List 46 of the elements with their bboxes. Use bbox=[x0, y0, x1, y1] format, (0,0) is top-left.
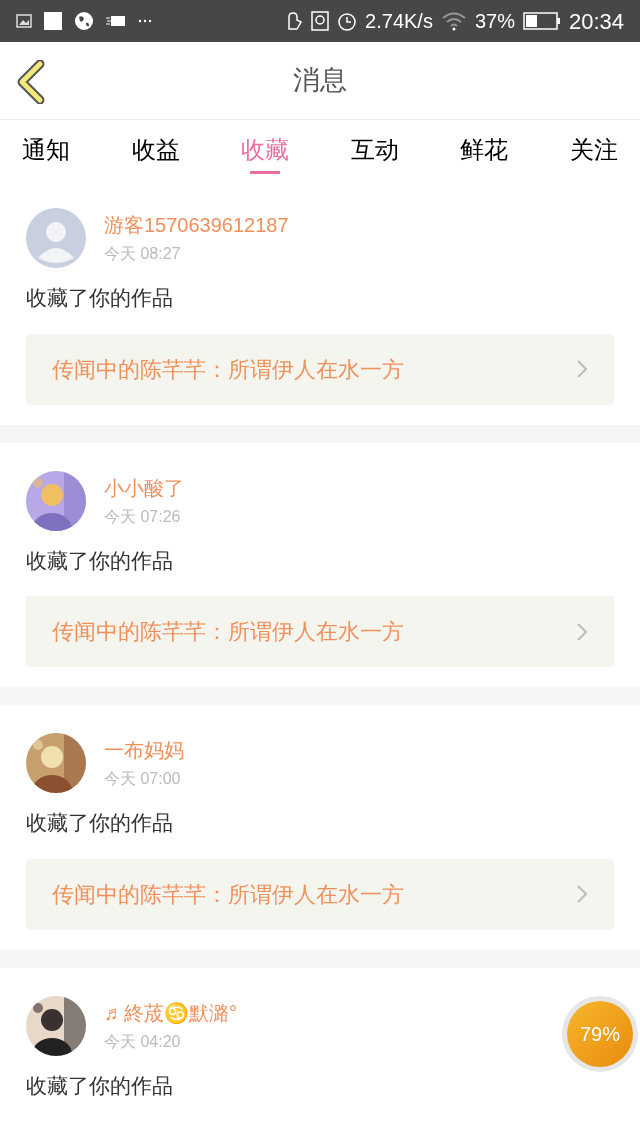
tab[interactable]: 关注 bbox=[569, 120, 618, 180]
image-icon bbox=[16, 14, 32, 28]
network-speed: 2.74K/s bbox=[365, 9, 433, 34]
user-name[interactable]: 一布妈妈 bbox=[104, 735, 184, 765]
percent-text: 79% bbox=[580, 1022, 620, 1047]
more-icon bbox=[138, 19, 152, 23]
message-text: 收藏了你的作品 bbox=[26, 810, 174, 836]
alarm-icon bbox=[337, 11, 358, 31]
square-icon bbox=[44, 12, 62, 30]
tab[interactable]: 通知 bbox=[22, 120, 70, 180]
photo-frame-icon bbox=[311, 11, 330, 31]
timestamp: 今天 08:27 bbox=[104, 244, 182, 264]
battery-percent: 37% bbox=[474, 9, 515, 34]
user-name[interactable]: 游客1570639612187 bbox=[104, 210, 289, 240]
clock: 20:34 bbox=[568, 7, 624, 36]
chevron-right-icon bbox=[576, 884, 588, 904]
work-title: 传闻中的陈芊芊：所谓伊人在水一方 bbox=[52, 355, 404, 384]
globe-icon bbox=[74, 11, 94, 31]
tab[interactable]: 鲜花 bbox=[460, 120, 509, 180]
user-name[interactable]: 小小酸了 bbox=[104, 472, 184, 503]
work-link[interactable]: 传闻中的陈芊芊：所谓伊人在水一方 bbox=[26, 333, 614, 405]
chevron-right-icon bbox=[576, 359, 588, 379]
chevron-right-icon bbox=[576, 621, 588, 642]
message-text: 收藏了你的作品 bbox=[26, 547, 174, 574]
timestamp: 今天 04:20 bbox=[104, 1031, 182, 1052]
mail-icon bbox=[106, 15, 126, 27]
wifi-icon bbox=[440, 11, 467, 31]
avatar-icon bbox=[26, 208, 86, 268]
tab[interactable]: 收藏 bbox=[241, 120, 290, 180]
tab[interactable]: 收益 bbox=[131, 120, 180, 180]
work-title: 传闻中的陈芊芊：所谓伊人在水一方 bbox=[52, 880, 404, 909]
page-title: 消息 bbox=[293, 64, 347, 98]
work-link[interactable]: 传闻中的陈芊芊：所谓伊人在水一方 bbox=[26, 858, 614, 930]
user-name[interactable]: ♬終荿♋默潞° bbox=[104, 997, 237, 1028]
tab-indicator bbox=[250, 171, 281, 174]
work-title: 传闻中的陈芊芊：所谓伊人在水一方 bbox=[52, 618, 404, 646]
work-link[interactable]: 传闻中的陈芊芊：所谓伊人在水一方 bbox=[26, 596, 614, 667]
battery-icon bbox=[522, 12, 561, 30]
progress-bubble[interactable]: 79% bbox=[562, 996, 638, 1072]
message-text: 收藏了你的作品 bbox=[26, 1072, 174, 1099]
glove-icon bbox=[285, 11, 304, 31]
timestamp: 今天 07:00 bbox=[104, 769, 182, 789]
tab[interactable]: 互动 bbox=[350, 120, 399, 180]
timestamp: 今天 07:26 bbox=[104, 506, 182, 527]
back-icon bbox=[16, 60, 46, 104]
message-text: 收藏了你的作品 bbox=[26, 285, 174, 311]
